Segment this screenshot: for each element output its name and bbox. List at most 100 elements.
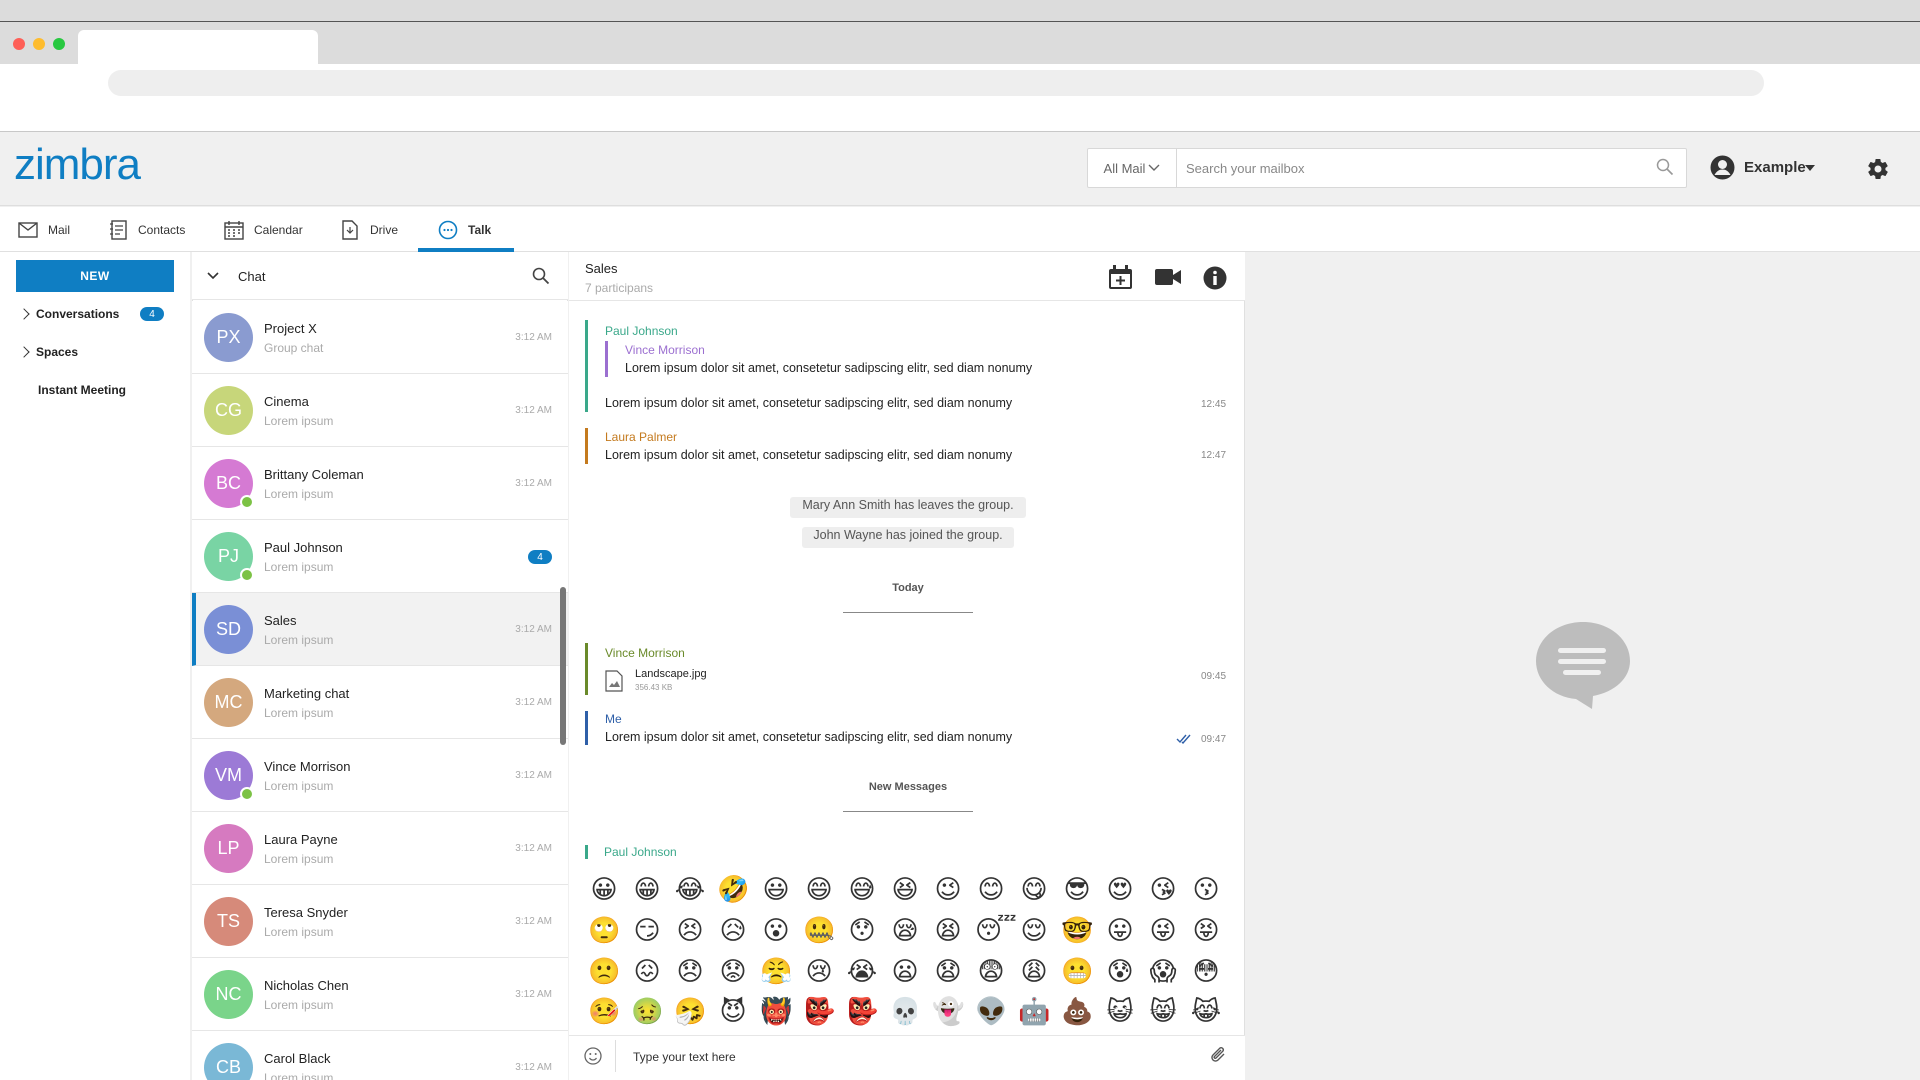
emoji-option[interactable]: 😟 [717,956,749,988]
minimize-window-icon[interactable] [33,38,45,50]
emoji-option[interactable]: 😜 [1147,915,1179,947]
sidebar-item-spaces[interactable]: Spaces [18,338,78,366]
emoji-option[interactable]: 👹 [760,996,792,1028]
info-icon[interactable] [1203,266,1227,290]
emoji-option[interactable]: 😢 [803,956,835,988]
chat-row[interactable]: NC Nicholas Chen Lorem ipsum 3:12 AM [192,958,568,1031]
emoji-option[interactable]: 😌 [1018,915,1050,947]
attachment-icon[interactable] [1210,1045,1228,1065]
emoji-option[interactable]: 👺 [846,996,878,1028]
emoji-option[interactable]: 😱 [1147,956,1179,988]
emoji-option[interactable]: 😝 [1190,915,1222,947]
emoji-option[interactable]: 😧 [932,956,964,988]
emoji-option[interactable]: 😭 [846,956,878,988]
emoji-option[interactable]: 😋 [1018,874,1050,906]
emoji-option[interactable]: 😍 [1104,874,1136,906]
search-icon[interactable] [532,267,550,285]
chat-list-scrollbar[interactable] [560,587,566,745]
search-icon[interactable] [1656,158,1674,176]
emoji-option[interactable]: 😯 [846,915,878,947]
chat-row[interactable]: SD Sales Lorem ipsum 3:12 AM [192,593,568,666]
emoji-option[interactable]: 😴 [975,915,1017,947]
chat-row[interactable]: PX Project X Group chat 3:12 AM [192,301,568,374]
emoji-option[interactable]: 😫 [932,915,964,947]
emoji-option[interactable]: 😀 [588,874,620,906]
user-avatar-icon[interactable] [1710,155,1735,180]
emoji-option[interactable]: 😪 [889,915,921,947]
tab-calendar[interactable]: Calendar [224,207,303,252]
emoji-option[interactable]: 😖 [631,956,663,988]
emoji-option[interactable]: 🤣 [717,874,749,906]
emoji-option[interactable]: 🙄 [588,915,620,947]
chat-row[interactable]: PJ Paul Johnson Lorem ipsum 4 [192,520,568,593]
add-event-icon[interactable] [1108,265,1133,290]
emoji-option[interactable]: 🙁 [588,956,620,988]
emoji-option[interactable]: 😞 [674,956,706,988]
emoji-option[interactable]: 🤖 [1018,996,1050,1028]
tab-drive[interactable]: Drive [340,207,398,252]
emoji-option[interactable]: 😎 [1061,874,1093,906]
sidebar-item-instant-meeting[interactable]: Instant Meeting [38,376,126,404]
close-window-icon[interactable] [13,38,25,50]
video-call-icon[interactable] [1155,268,1181,286]
emoji-option[interactable]: 😤 [760,956,792,988]
address-bar[interactable] [108,70,1764,96]
emoji-option[interactable]: 🤢 [631,996,663,1028]
chat-row[interactable]: LP Laura Payne Lorem ipsum 3:12 AM [192,812,568,885]
emoji-option[interactable]: 😈 [717,996,749,1028]
emoji-option[interactable]: 😅 [846,874,878,906]
emoji-option[interactable]: 😩 [1018,956,1050,988]
new-button[interactable]: NEW [16,260,174,292]
emoji-option[interactable]: 😮 [760,915,792,947]
chat-row[interactable]: CG Cinema Lorem ipsum 3:12 AM [192,374,568,447]
emoji-option[interactable]: 😦 [889,956,921,988]
sidebar-item-conversations[interactable]: Conversations [18,300,119,328]
tab-talk[interactable]: Talk [438,207,491,252]
chat-row[interactable]: VM Vince Morrison Lorem ipsum 3:12 AM [192,739,568,812]
search-scope-select[interactable]: All Mail [1088,149,1177,187]
emoji-option[interactable]: 👽 [975,996,1007,1028]
user-name[interactable]: Example [1744,159,1806,176]
emoji-option[interactable]: 😊 [975,874,1007,906]
emoji-option[interactable]: 🤧 [674,996,706,1028]
image-file-icon[interactable] [605,670,623,692]
emoji-option[interactable]: 😂 [674,874,706,906]
emoji-option[interactable]: 😹 [1190,996,1222,1028]
emoji-option[interactable]: 😨 [975,956,1007,988]
emoji-icon[interactable] [584,1047,602,1065]
emoji-option[interactable]: 🤐 [803,915,835,947]
chevron-down-icon[interactable] [207,272,219,280]
emoji-option[interactable]: 👻 [932,996,964,1028]
emoji-option[interactable]: 😄 [803,874,835,906]
emoji-option[interactable]: 😆 [889,874,921,906]
emoji-option[interactable]: 😰 [1104,956,1136,988]
user-menu-caret-icon[interactable] [1805,165,1815,171]
emoji-option[interactable]: 🤓 [1061,915,1093,947]
emoji-option[interactable]: 😁 [631,874,663,906]
emoji-option[interactable]: 😬 [1061,956,1093,988]
chat-row[interactable]: TS Teresa Snyder Lorem ipsum 3:12 AM [192,885,568,958]
chat-row[interactable]: MC Marketing chat Lorem ipsum 3:12 AM [192,666,568,739]
emoji-option[interactable]: 😸 [1147,996,1179,1028]
emoji-option[interactable]: 💩 [1061,996,1093,1028]
emoji-option[interactable]: 😛 [1104,915,1136,947]
maximize-window-icon[interactable] [53,38,65,50]
emoji-option[interactable]: 😉 [932,874,964,906]
emoji-option[interactable]: 😘 [1147,874,1179,906]
emoji-option[interactable]: 😣 [674,915,706,947]
emoji-option[interactable]: 👺 [803,996,835,1028]
message-input[interactable] [633,1045,1193,1069]
emoji-option[interactable]: 😥 [717,915,749,947]
search-input[interactable] [1186,149,1636,187]
gear-icon[interactable] [1866,157,1890,181]
emoji-option[interactable]: 😗 [1190,874,1222,906]
emoji-option[interactable]: 😺 [1104,996,1136,1028]
emoji-option[interactable]: 😃 [760,874,792,906]
emoji-option[interactable]: 😏 [631,915,663,947]
tab-mail[interactable]: Mail [18,207,70,252]
emoji-option[interactable]: 🤒 [588,996,620,1028]
browser-tab[interactable] [78,30,318,64]
chat-row[interactable]: CB Carol Black Lorem ipsum 3:12 AM [192,1031,568,1080]
emoji-option[interactable]: 😳 [1190,956,1222,988]
chat-row[interactable]: BC Brittany Coleman Lorem ipsum 3:12 AM [192,447,568,520]
